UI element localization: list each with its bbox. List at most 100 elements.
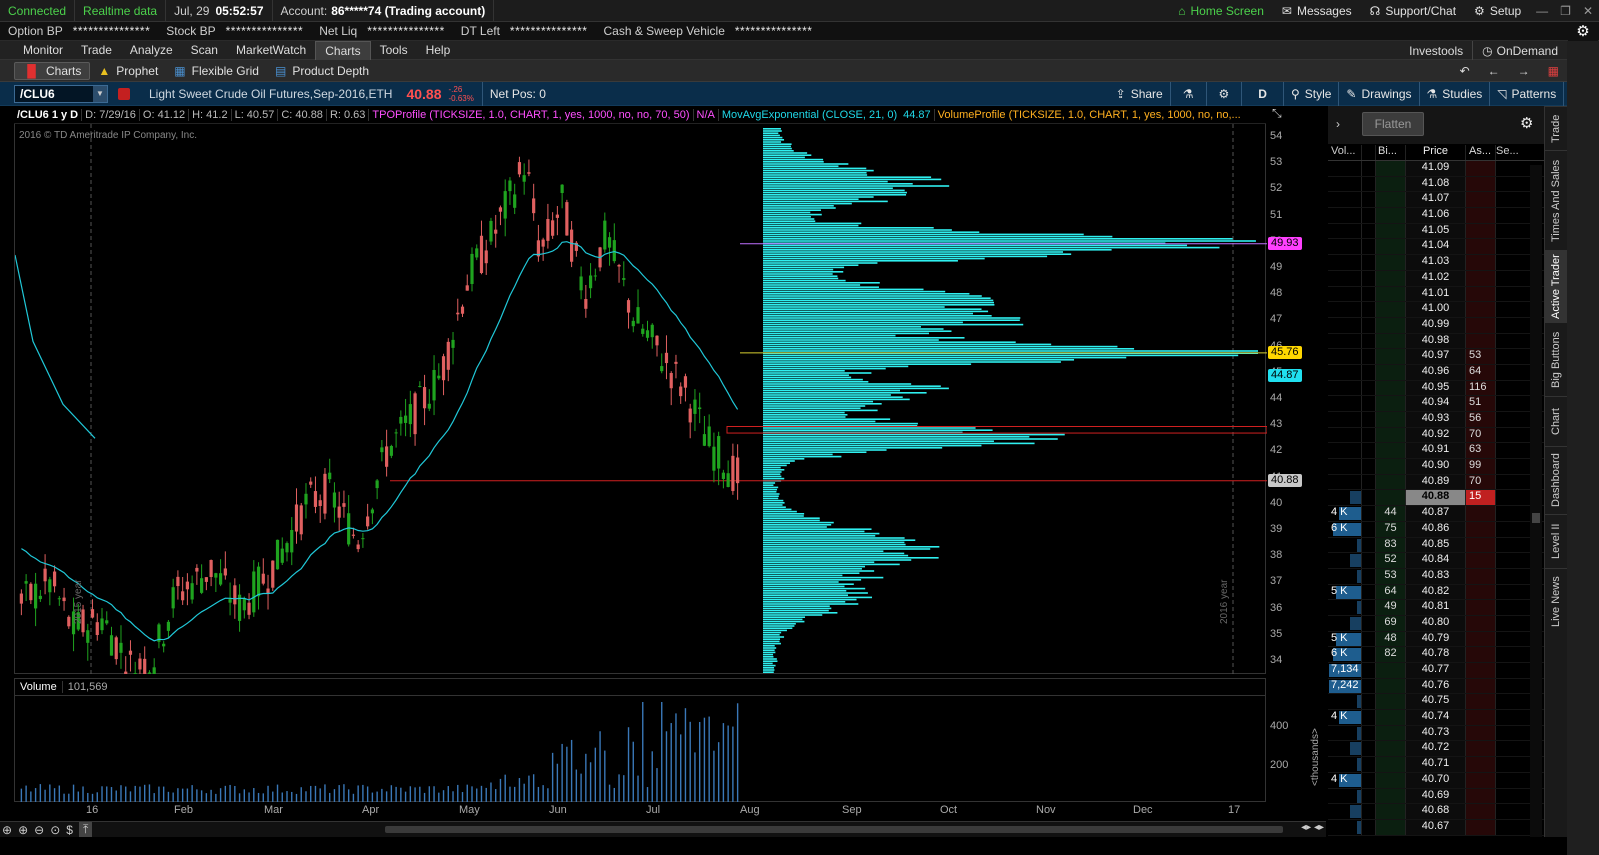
- ladder-row[interactable]: 49 40.81: [1328, 600, 1544, 616]
- price-cell[interactable]: 40.91: [1406, 443, 1466, 459]
- ask-size-cell[interactable]: [1466, 270, 1496, 286]
- ladder-row[interactable]: 5 K 64 40.82: [1328, 584, 1544, 601]
- ask-size-cell[interactable]: 64: [1466, 364, 1496, 380]
- bid-size-cell[interactable]: [1376, 380, 1406, 396]
- sell-order-cell[interactable]: [1496, 710, 1526, 725]
- sell-order-cell[interactable]: [1496, 287, 1526, 302]
- sell-order-cell[interactable]: [1496, 271, 1526, 286]
- layout-grid-icon[interactable]: ▦: [1548, 64, 1559, 78]
- sell-order-cell[interactable]: [1496, 569, 1526, 584]
- sell-order-cell[interactable]: [1496, 773, 1526, 788]
- bid-size-cell[interactable]: [1376, 192, 1406, 208]
- style-button[interactable]: ⚲ Style: [1282, 82, 1338, 106]
- bid-order-cell[interactable]: [1362, 788, 1376, 804]
- ladder-row[interactable]: 40.71: [1328, 757, 1544, 773]
- sell-order-cell[interactable]: [1496, 616, 1526, 631]
- bid-size-cell[interactable]: [1376, 255, 1406, 270]
- bid-size-cell[interactable]: [1376, 223, 1406, 239]
- ask-size-cell[interactable]: [1466, 694, 1496, 710]
- sell-order-cell[interactable]: [1496, 553, 1526, 568]
- bid-order-cell[interactable]: [1362, 772, 1376, 788]
- bid-size-cell[interactable]: [1376, 757, 1406, 772]
- close-button[interactable]: ✕: [1577, 4, 1599, 18]
- bid-order-cell[interactable]: [1362, 710, 1376, 725]
- sell-order-cell[interactable]: [1496, 365, 1526, 380]
- bid-size-cell[interactable]: [1376, 772, 1406, 788]
- bid-size-cell[interactable]: [1376, 427, 1406, 443]
- bid-size-cell[interactable]: [1376, 678, 1406, 694]
- ask-size-cell[interactable]: [1466, 302, 1496, 317]
- ask-size-cell[interactable]: [1466, 757, 1496, 772]
- ask-size-cell[interactable]: 56: [1466, 412, 1496, 427]
- price-cell[interactable]: 40.75: [1406, 694, 1466, 710]
- tab-help[interactable]: Help: [417, 41, 460, 60]
- bid-order-cell[interactable]: [1362, 600, 1376, 615]
- undo-icon[interactable]: ↶: [1460, 64, 1470, 78]
- bid-size-cell[interactable]: [1376, 364, 1406, 380]
- price-cell[interactable]: 40.89: [1406, 474, 1466, 490]
- ladder-row[interactable]: 40.90 99: [1328, 459, 1544, 475]
- bid-size-cell[interactable]: 53: [1376, 568, 1406, 584]
- account-selector[interactable]: Account: 86*****74 (Trading account): [273, 0, 495, 22]
- drawings-button[interactable]: ✎ Drawings: [1338, 82, 1418, 106]
- ask-size-cell[interactable]: 63: [1466, 443, 1496, 459]
- sell-order-cell[interactable]: [1496, 694, 1526, 709]
- sell-order-cell[interactable]: [1496, 820, 1526, 835]
- bid-order-cell[interactable]: [1362, 333, 1376, 349]
- ladder-row[interactable]: 41.06: [1328, 208, 1544, 224]
- bid-order-cell[interactable]: [1362, 568, 1376, 584]
- sell-order-cell[interactable]: [1496, 522, 1526, 537]
- setup-button[interactable]: ⚙ Setup: [1465, 4, 1530, 18]
- sell-order-cell[interactable]: [1496, 663, 1526, 678]
- sell-order-cell[interactable]: [1496, 318, 1526, 333]
- home-screen-button[interactable]: ⌂ Home Screen: [1169, 4, 1273, 18]
- bid-size-cell[interactable]: 49: [1376, 600, 1406, 615]
- bid-order-cell[interactable]: [1362, 537, 1376, 553]
- price-cell[interactable]: 40.69: [1406, 788, 1466, 804]
- price-cell[interactable]: 40.77: [1406, 663, 1466, 678]
- ladder-row[interactable]: 41.07: [1328, 192, 1544, 209]
- price-cell[interactable]: 40.76: [1406, 678, 1466, 694]
- sell-order-cell[interactable]: [1496, 239, 1526, 254]
- ask-size-cell[interactable]: [1466, 537, 1496, 553]
- bid-size-cell[interactable]: [1376, 286, 1406, 302]
- tpo-study[interactable]: TPOProfile (TICKSIZE, 1.0, CHART, 1, yes…: [369, 108, 694, 121]
- bid-order-cell[interactable]: [1362, 396, 1376, 411]
- price-cell[interactable]: 41.02: [1406, 270, 1466, 286]
- price-cell[interactable]: 41.05: [1406, 223, 1466, 239]
- bid-size-cell[interactable]: 82: [1376, 647, 1406, 662]
- ask-size-cell[interactable]: [1466, 631, 1496, 647]
- sell-order-cell[interactable]: [1496, 224, 1526, 239]
- bid-size-cell[interactable]: [1376, 270, 1406, 286]
- ladder-row[interactable]: 5 K 48 40.79: [1328, 631, 1544, 648]
- ladder-row[interactable]: 40.93 56: [1328, 412, 1544, 428]
- ask-size-cell[interactable]: [1466, 568, 1496, 584]
- bid-size-cell[interactable]: 83: [1376, 537, 1406, 553]
- sell-order-cell[interactable]: [1496, 177, 1526, 192]
- price-cell[interactable]: 40.96: [1406, 364, 1466, 380]
- bid-size-cell[interactable]: [1376, 490, 1406, 506]
- price-cell[interactable]: 40.95: [1406, 380, 1466, 396]
- flatten-button[interactable]: Flatten: [1362, 112, 1424, 136]
- price-cell[interactable]: 40.83: [1406, 568, 1466, 584]
- side-tab-dashboard[interactable]: Dashboard: [1545, 446, 1567, 514]
- price-cell[interactable]: 41.07: [1406, 192, 1466, 208]
- currency-icon[interactable]: $: [66, 823, 73, 837]
- bid-size-cell[interactable]: 52: [1376, 553, 1406, 568]
- price-cell[interactable]: 40.87: [1406, 506, 1466, 521]
- side-tab-big-buttons[interactable]: Big Buttons: [1545, 322, 1567, 396]
- minimize-button[interactable]: —: [1530, 4, 1554, 18]
- bid-size-cell[interactable]: [1376, 804, 1406, 819]
- tab-charts[interactable]: Charts: [315, 40, 371, 60]
- ask-size-cell[interactable]: 70: [1466, 427, 1496, 443]
- bid-order-cell[interactable]: [1362, 819, 1376, 835]
- ladder-row[interactable]: 40.73: [1328, 725, 1544, 742]
- bid-order-cell[interactable]: [1362, 161, 1376, 176]
- price-cell[interactable]: 40.68: [1406, 804, 1466, 819]
- price-cell[interactable]: 41.03: [1406, 255, 1466, 270]
- zoom-in-icon[interactable]: ⊕: [18, 823, 28, 837]
- price-ladder[interactable]: Vol... Bi... Price As... Se... 41.09 41.0…: [1328, 145, 1544, 837]
- ladder-row[interactable]: 41.09: [1328, 161, 1544, 177]
- bid-order-cell[interactable]: [1362, 490, 1376, 506]
- ladder-row[interactable]: 40.91 63: [1328, 443, 1544, 460]
